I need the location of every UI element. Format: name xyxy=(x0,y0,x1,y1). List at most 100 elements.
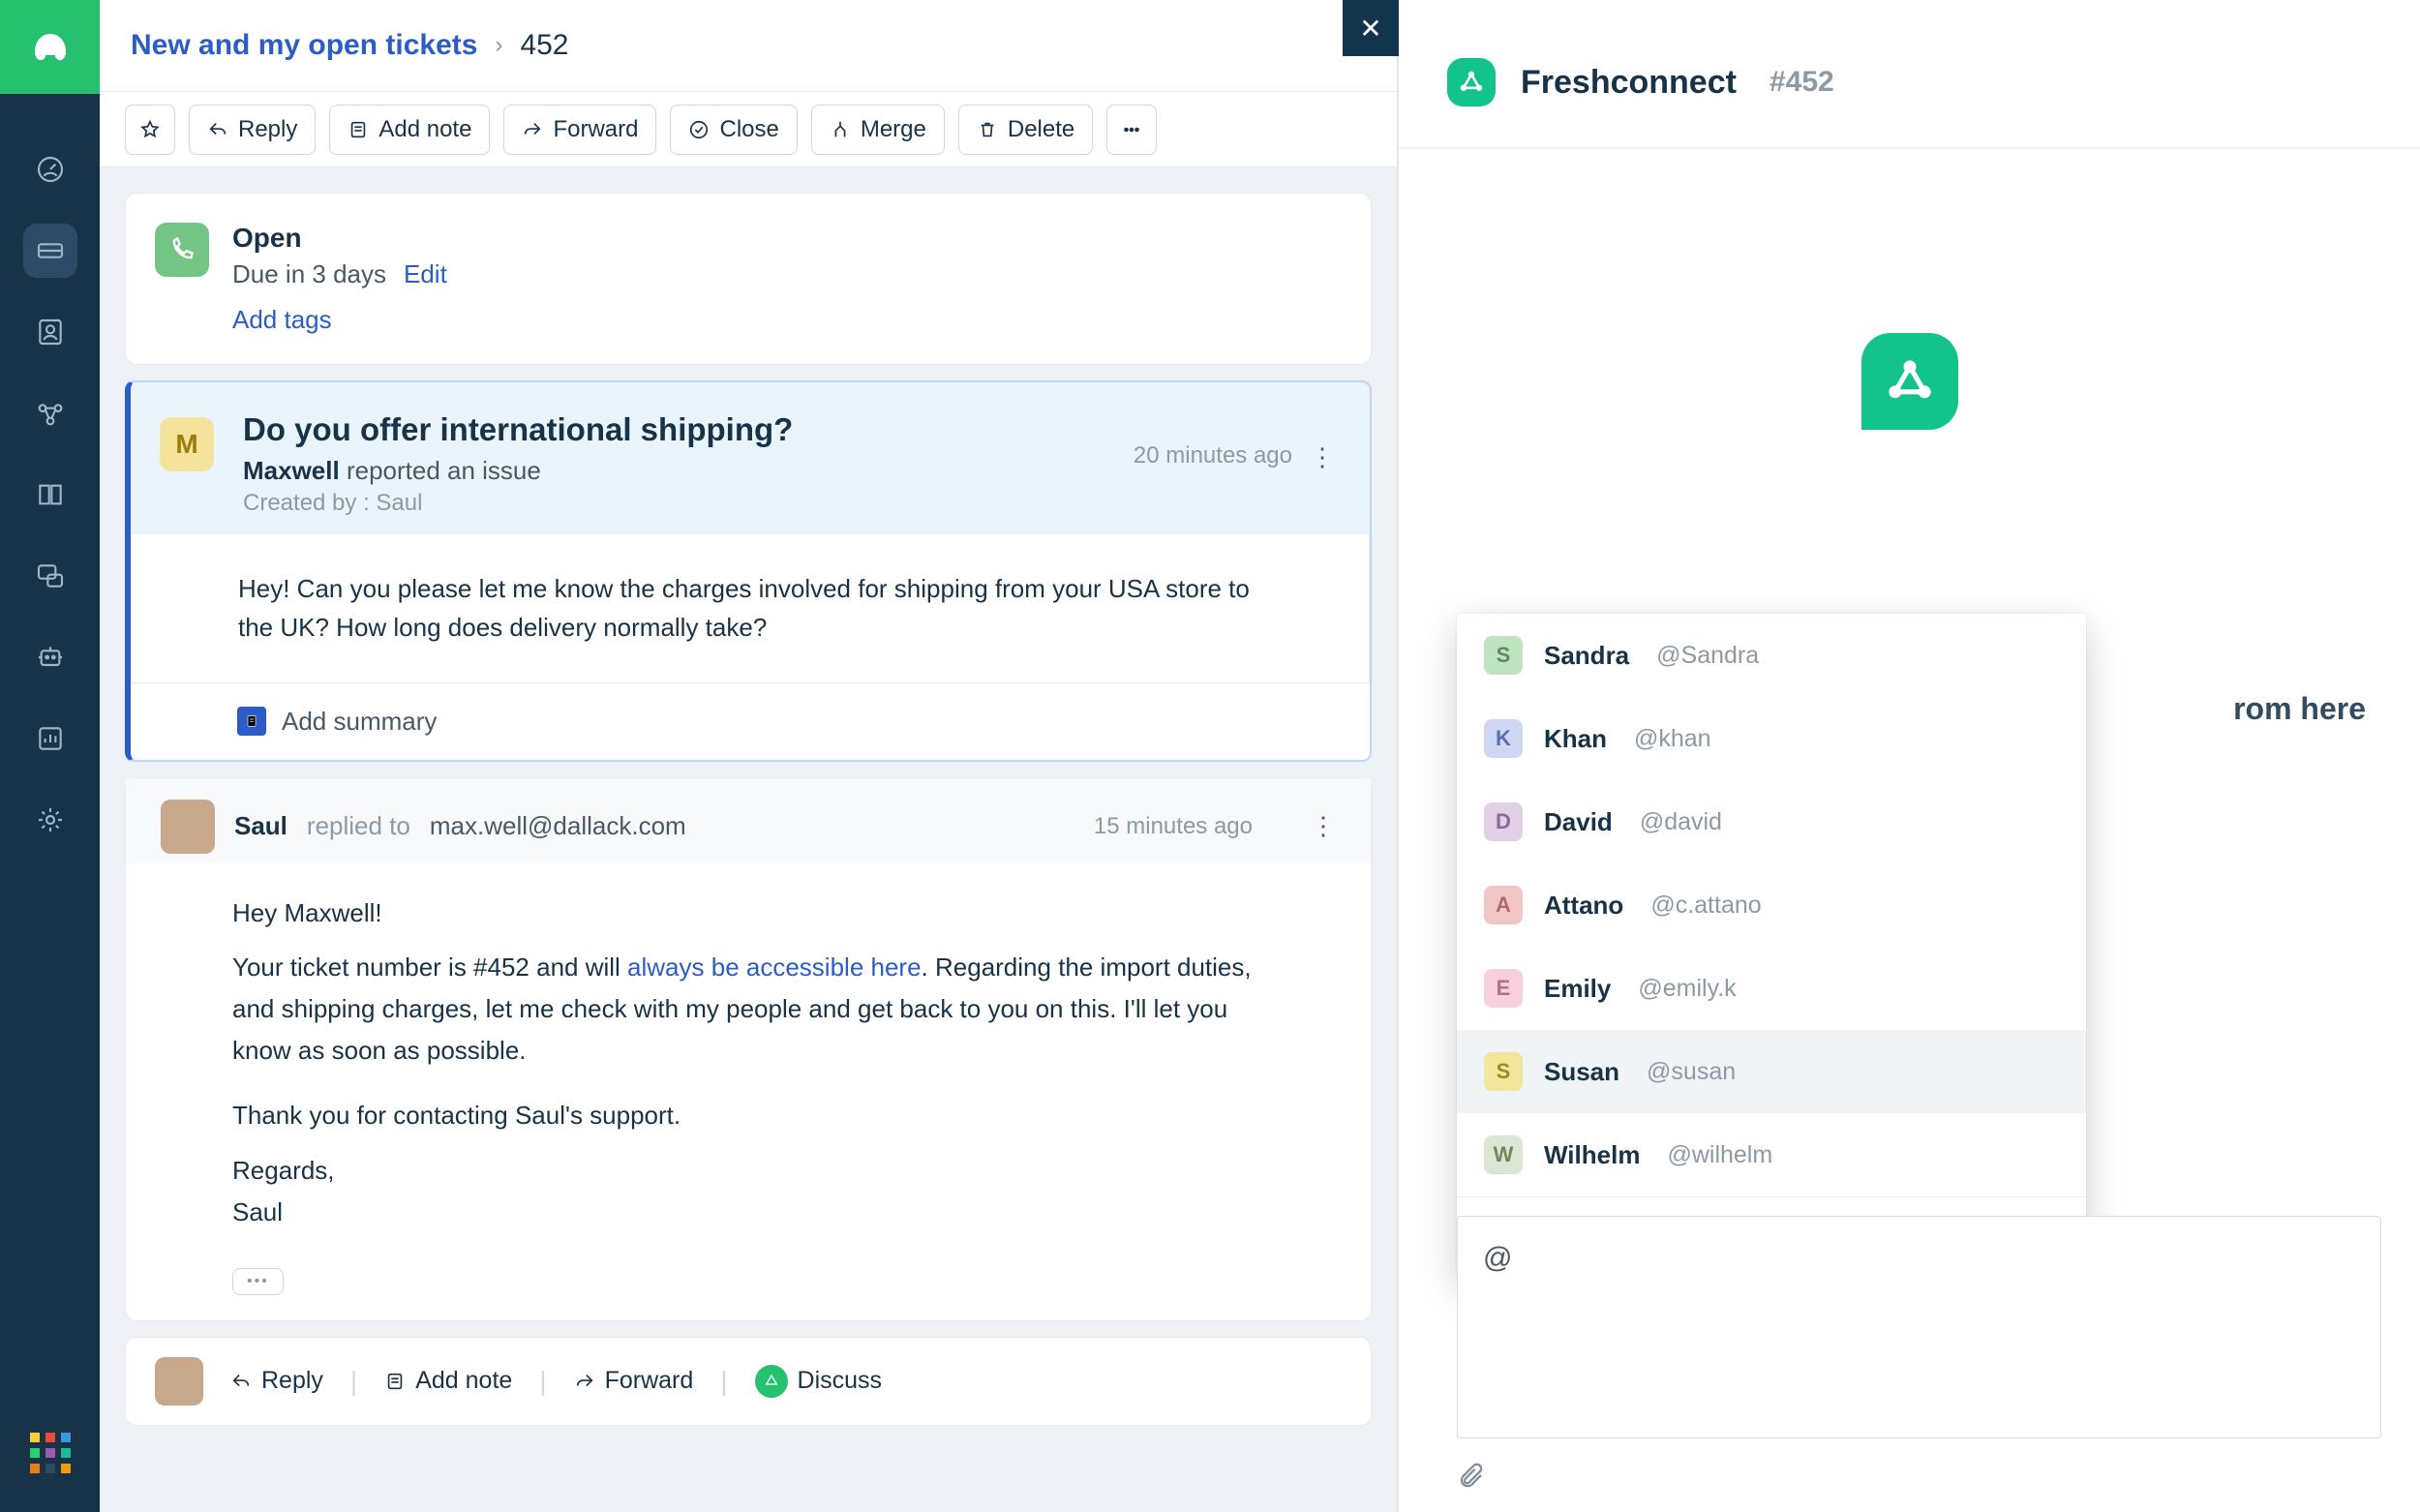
close-panel-button[interactable]: ✕ xyxy=(1343,0,1399,56)
agent-avatar xyxy=(161,800,215,854)
freshconnect-panel: ✕ Freshconnect #452 rom here SSandra@San… xyxy=(1397,0,2420,1512)
app-logo[interactable] xyxy=(0,0,100,94)
reply-button[interactable]: Reply xyxy=(189,105,316,155)
footer-discuss-button[interactable]: Discuss xyxy=(755,1365,883,1398)
reply-body: Hey Maxwell! Your ticket number is #452 … xyxy=(126,863,1371,1268)
nav-reports[interactable] xyxy=(23,711,77,766)
add-tags-link[interactable]: Add tags xyxy=(232,305,447,335)
compose-footer xyxy=(1399,1438,2420,1512)
footer-add-note-button[interactable]: Add note xyxy=(384,1367,512,1395)
mention-item[interactable]: D David @david xyxy=(1457,780,2086,863)
mention-name: Emily xyxy=(1544,974,1611,1004)
mention-handle: @wilhelm xyxy=(1667,1141,1772,1169)
freshconnect-icon xyxy=(755,1365,788,1398)
reply-action: replied to xyxy=(307,811,410,841)
reply-to-email: max.well@dallack.com xyxy=(430,811,686,841)
delete-label: Delete xyxy=(1008,116,1074,143)
mention-avatar: D xyxy=(1484,802,1523,841)
reply-p2: Your ticket number is #452 and will alwa… xyxy=(232,947,1264,1072)
reply-p3: Thank you for contacting Saul's support. xyxy=(232,1095,1264,1136)
reply-more-icon[interactable]: ⋮ xyxy=(1311,811,1336,841)
conversation-feed: Open Due in 3 daysEdit Add tags M Do you… xyxy=(100,167,1397,1512)
mention-handle: @c.attano xyxy=(1650,892,1761,920)
attachment-icon[interactable] xyxy=(1457,1461,1486,1490)
nav-automation[interactable] xyxy=(23,386,77,440)
main-column: New and my open tickets › 452 Reply Add … xyxy=(100,0,1397,1512)
merge-label: Merge xyxy=(861,116,926,143)
mention-avatar: S xyxy=(1484,636,1523,675)
ticket-permalink[interactable]: always be accessible here xyxy=(627,953,922,982)
delete-button[interactable]: Delete xyxy=(958,105,1093,155)
nav-chat[interactable] xyxy=(23,549,77,603)
merge-button[interactable]: Merge xyxy=(811,105,945,155)
add-summary-button[interactable]: Add summary xyxy=(131,682,1370,760)
mention-name: David xyxy=(1544,807,1613,837)
mention-item[interactable]: S Sandra @Sandra xyxy=(1457,614,2086,697)
side-nav xyxy=(0,0,100,1512)
mention-popup: S Sandra @Sandra K Khan @khan D David @david AAtt… xyxy=(1457,614,2086,1280)
mention-handle: @emily.k xyxy=(1638,975,1736,1003)
freshconnect-logo-icon xyxy=(1447,58,1496,106)
mention-handle: @Sandra xyxy=(1656,642,1759,670)
mention-item[interactable]: K Khan @khan xyxy=(1457,697,2086,780)
freshconnect-empty-icon xyxy=(1861,333,1958,430)
ticket-timestamp: 20 minutes ago xyxy=(1134,442,1292,469)
status-label: Open xyxy=(232,223,447,254)
chevron-right-icon: › xyxy=(495,32,502,59)
expand-quoted-button[interactable]: ••• xyxy=(232,1268,284,1295)
mention-handle: @khan xyxy=(1634,725,1711,753)
reply-p4: Regards, xyxy=(232,1150,1264,1192)
mention-item[interactable]: E Emily @emily.k xyxy=(1457,947,2086,1030)
nav-tickets[interactable] xyxy=(23,224,77,278)
ticket-card: M Do you offer international shipping? M… xyxy=(125,380,1372,762)
nav-contacts[interactable] xyxy=(23,305,77,359)
reply-timestamp: 15 minutes ago xyxy=(1094,813,1253,840)
forward-button[interactable]: Forward xyxy=(503,105,656,155)
more-button[interactable] xyxy=(1106,105,1157,155)
reply-p5: Saul xyxy=(232,1192,1264,1233)
mention-avatar: S xyxy=(1484,1052,1523,1091)
panel-empty-text-partial: rom here xyxy=(2233,691,2366,727)
nav-bot[interactable] xyxy=(23,630,77,684)
mention-name: Wilhelm xyxy=(1544,1140,1640,1170)
edit-link[interactable]: Edit xyxy=(404,259,447,289)
mention-name: Khan xyxy=(1544,724,1607,754)
status-card: Open Due in 3 daysEdit Add tags xyxy=(125,193,1372,365)
reporter-name: Maxwell xyxy=(243,456,340,485)
mention-item[interactable]: W Wilhelm @wilhelm xyxy=(1457,1113,2086,1196)
add-summary-label: Add summary xyxy=(282,707,437,737)
reply-footer-bar: Reply | Add note | Forward | Discuss xyxy=(125,1337,1372,1426)
reply-author: Saul xyxy=(234,811,287,841)
footer-reply-button[interactable]: Reply xyxy=(230,1367,323,1395)
breadcrumb-ticket-no: 452 xyxy=(520,29,568,62)
nav-dashboard[interactable] xyxy=(23,142,77,197)
footer-forward-button[interactable]: Forward xyxy=(574,1367,694,1395)
mention-handle: @david xyxy=(1640,808,1722,836)
breadcrumb-link[interactable]: New and my open tickets xyxy=(131,29,477,62)
ticket-body: Hey! Can you please let me know the char… xyxy=(132,534,1369,682)
mention-avatar: E xyxy=(1484,969,1523,1008)
current-user-avatar xyxy=(155,1357,203,1406)
mention-item[interactable]: SSusan@susan xyxy=(1457,1030,2086,1113)
panel-title: Freshconnect xyxy=(1521,64,1737,102)
add-note-label: Add note xyxy=(378,116,471,143)
nav-knowledge[interactable] xyxy=(23,468,77,522)
add-note-button[interactable]: Add note xyxy=(329,105,490,155)
mention-item[interactable]: AAttano@c.attano xyxy=(1457,863,2086,947)
mention-avatar: W xyxy=(1484,1135,1523,1174)
reply-label: Reply xyxy=(238,116,297,143)
mention-avatar: K xyxy=(1484,719,1523,758)
panel-ticket-hash: #452 xyxy=(1770,66,1834,99)
created-by-name: Saul xyxy=(376,490,422,516)
nav-settings[interactable] xyxy=(23,793,77,847)
nav-apps-grid[interactable] xyxy=(30,1433,71,1473)
close-button[interactable]: Close xyxy=(670,105,797,155)
created-by-label: Created by : xyxy=(243,490,376,516)
ticket-more-icon[interactable]: ⋮ xyxy=(1310,442,1335,472)
requester-avatar: M xyxy=(160,417,214,471)
compose-input[interactable]: @ xyxy=(1457,1216,2381,1438)
star-button[interactable] xyxy=(125,105,175,155)
reply-p1: Hey Maxwell! xyxy=(232,892,1264,934)
mention-name: Sandra xyxy=(1544,641,1629,671)
phone-icon xyxy=(155,223,209,277)
